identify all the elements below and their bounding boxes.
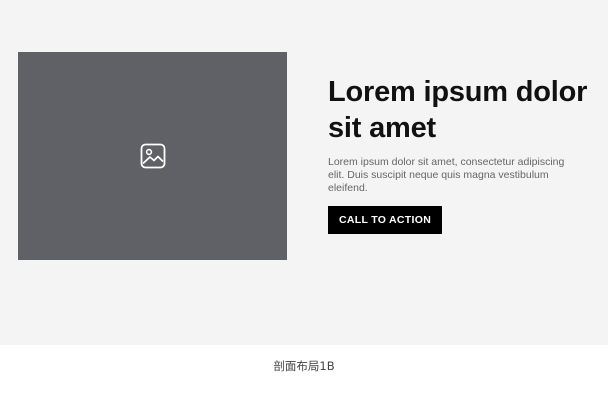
image-placeholder: [18, 52, 287, 260]
content-block: Lorem ipsum dolor sit amet Lorem ipsum d…: [328, 74, 598, 234]
headline: Lorem ipsum dolor sit amet: [328, 76, 588, 144]
hero-section: Lorem ipsum dolor sit amet Lorem ipsum d…: [0, 0, 608, 345]
call-to-action-button[interactable]: CALL TO ACTION: [328, 206, 443, 234]
caption: 剖面布局1B: [273, 359, 335, 373]
page: Lorem ipsum dolor sit amet Lorem ipsum d…: [0, 0, 608, 400]
body-text: Lorem ipsum dolor sit amet, consectetur …: [328, 156, 565, 194]
image-icon: [140, 143, 166, 169]
